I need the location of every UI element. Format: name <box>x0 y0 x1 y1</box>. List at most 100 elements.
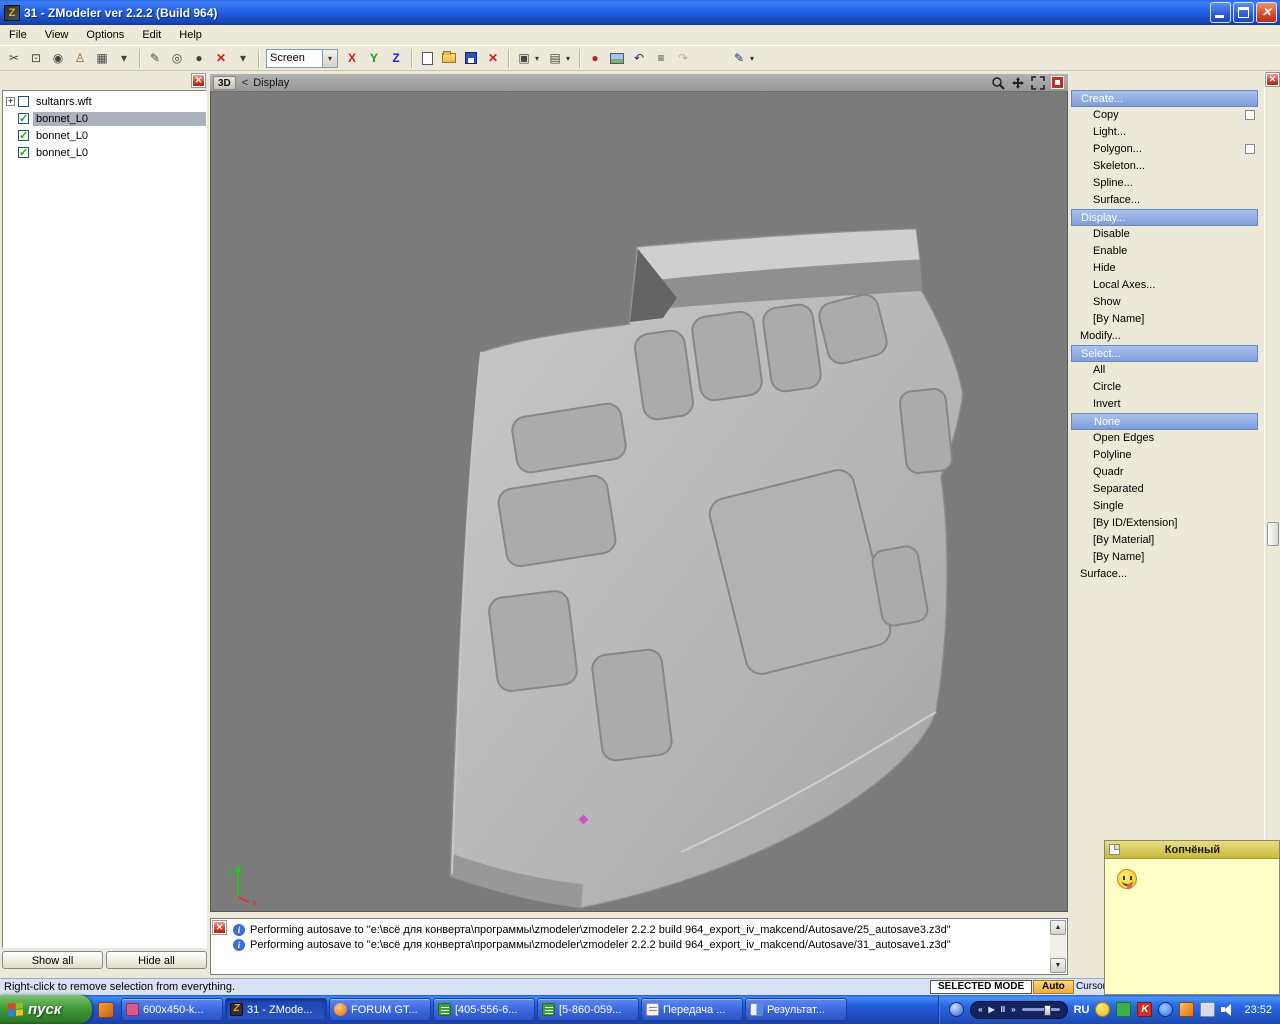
tree-item-label[interactable]: bonnet_L0 <box>33 112 206 126</box>
cmd-enable[interactable]: Enable <box>1071 243 1258 260</box>
tree-root-row[interactable]: sultanrs.wft <box>3 93 206 110</box>
taskbar-clock[interactable]: 23:52 <box>1244 1004 1272 1016</box>
visibility-checkbox[interactable] <box>18 130 29 141</box>
save-file-icon[interactable] <box>460 48 482 68</box>
media-next-icon[interactable]: » <box>1011 1002 1015 1018</box>
cmd-light[interactable]: Light... <box>1071 124 1258 141</box>
menu-options[interactable]: Options <box>77 27 133 43</box>
axis-z-toggle[interactable]: Z <box>385 48 407 68</box>
tree-item-bonnet-1[interactable]: bonnet_L0 <box>3 110 206 127</box>
import-icon[interactable]: ▤ <box>544 48 566 68</box>
volume-icon[interactable] <box>1221 1003 1236 1016</box>
start-button[interactable]: пуск <box>0 995 92 1024</box>
tray-icon-messenger[interactable] <box>1158 1002 1173 1017</box>
cut-icon[interactable]: ✂ <box>3 48 25 68</box>
tree-item-bonnet-3[interactable]: bonnet_L0 <box>3 144 206 161</box>
cmd-display-by-name[interactable]: [By Name] <box>1071 311 1258 328</box>
polygon-option-checkbox[interactable] <box>1245 144 1255 154</box>
log-view-icon[interactable]: ≡ <box>650 48 672 68</box>
menu-edit[interactable]: Edit <box>133 27 170 43</box>
shaded-view-icon[interactable]: ◉ <box>47 48 69 68</box>
show-all-button[interactable]: Show all <box>2 951 103 969</box>
task-button-doc-2[interactable]: [5-860-059... <box>537 998 639 1021</box>
render-icon[interactable]: ● <box>584 48 606 68</box>
language-indicator[interactable]: RU <box>1074 1004 1090 1016</box>
view-back-arrow[interactable]: < <box>242 77 248 89</box>
menu-file[interactable]: File <box>0 27 36 43</box>
task-button-doc-1[interactable]: [405-556-6... <box>433 998 535 1021</box>
cmd-select-all[interactable]: All <box>1071 362 1258 379</box>
view-name-label[interactable]: Display <box>253 77 289 89</box>
dock-scroll-thumb[interactable] <box>1267 522 1279 546</box>
sphere-primitive-icon[interactable]: ● <box>188 48 210 68</box>
cmd-select-quadr[interactable]: Quadr <box>1071 464 1258 481</box>
tray-icon-codec[interactable] <box>1137 1002 1152 1017</box>
tree-item-bonnet-2[interactable]: bonnet_L0 <box>3 127 206 144</box>
close-button[interactable] <box>1256 2 1277 23</box>
mesh-grid-icon[interactable]: ▦ <box>91 48 113 68</box>
cmd-copy[interactable]: Copy <box>1071 107 1258 124</box>
viewport-menu-icon[interactable] <box>1051 76 1064 89</box>
axis-y-toggle[interactable]: Y <box>363 48 385 68</box>
cmd-select-polyline[interactable]: Polyline <box>1071 447 1258 464</box>
cmd-select[interactable]: Select... <box>1071 345 1258 362</box>
tree-item-label[interactable]: bonnet_L0 <box>33 146 91 160</box>
view-mode-dropdown-icon[interactable] <box>322 50 337 67</box>
tray-icon-display[interactable] <box>1200 1002 1215 1017</box>
hide-all-button[interactable]: Hide all <box>106 951 207 969</box>
menu-view[interactable]: View <box>36 27 78 43</box>
cmd-select-circle[interactable]: Circle <box>1071 379 1258 396</box>
zoom-icon[interactable] <box>991 76 1005 90</box>
volume-slider[interactable] <box>1022 1008 1060 1011</box>
sticky-note[interactable]: Копчёный <box>1104 840 1280 995</box>
menu-help[interactable]: Help <box>170 27 211 43</box>
cmd-disable[interactable]: Disable <box>1071 226 1258 243</box>
cmd-modify[interactable]: Modify... <box>1071 328 1258 345</box>
media-prev-icon[interactable]: « <box>978 1002 982 1018</box>
cmd-show[interactable]: Show <box>1071 294 1258 311</box>
cmd-spline[interactable]: Spline... <box>1071 175 1258 192</box>
undo-icon[interactable]: ↶ <box>628 48 650 68</box>
selected-mode-indicator[interactable]: SELECTED MODE <box>930 980 1032 994</box>
material-pen-icon[interactable]: ✎ <box>728 48 750 68</box>
task-button-browser[interactable]: FORUM GT... <box>329 998 431 1021</box>
maximize-viewport-icon[interactable] <box>1031 76 1045 90</box>
visibility-checkbox[interactable] <box>18 113 29 124</box>
biped-icon[interactable]: ♙ <box>69 48 91 68</box>
dropdown-arrow-icon[interactable] <box>535 48 544 68</box>
cmd-select-open-edges[interactable]: Open Edges <box>1071 430 1258 447</box>
dropdown-arrow-icon[interactable] <box>566 48 575 68</box>
auto-mode-indicator[interactable]: Auto <box>1033 980 1074 994</box>
delete-object-icon[interactable]: ✕ <box>482 48 504 68</box>
cmd-select-by-name[interactable]: [By Name] <box>1071 549 1258 566</box>
tree-item-label[interactable]: bonnet_L0 <box>33 129 91 143</box>
cmd-select-single[interactable]: Single <box>1071 498 1258 515</box>
root-checkbox[interactable] <box>18 96 29 107</box>
cmd-polygon[interactable]: Polygon... <box>1071 141 1258 158</box>
spline-pen-icon[interactable]: ✎ <box>144 48 166 68</box>
lathe-icon[interactable]: ◎ <box>166 48 188 68</box>
quad-select-icon[interactable]: ⊡ <box>25 48 47 68</box>
tray-icon-antivirus[interactable] <box>1116 1002 1131 1017</box>
visibility-checkbox[interactable] <box>18 147 29 158</box>
cmd-hide[interactable]: Hide <box>1071 260 1258 277</box>
cmd-select-separated[interactable]: Separated <box>1071 481 1258 498</box>
tray-icon-smiley[interactable] <box>1095 1002 1110 1017</box>
minimize-button[interactable] <box>1210 2 1231 23</box>
scroll-down-icon[interactable] <box>1050 958 1066 973</box>
scroll-up-icon[interactable] <box>1050 920 1066 935</box>
scene-panel-close-icon[interactable] <box>192 74 205 87</box>
tray-icon-download[interactable] <box>1179 1002 1194 1017</box>
viewport-canvas[interactable]: z x <box>210 92 1068 912</box>
dropdown-arrow-icon[interactable] <box>750 48 759 68</box>
task-button-results[interactable]: Результат... <box>745 998 847 1021</box>
delete-spline-icon[interactable]: ✕ <box>210 48 232 68</box>
log-close-icon[interactable] <box>213 921 226 934</box>
bonnet-model[interactable] <box>211 92 1068 912</box>
task-button-transfer[interactable]: Передача ... <box>641 998 743 1021</box>
media-play-icon[interactable]: ▶ <box>989 1002 995 1018</box>
tree-root-label[interactable]: sultanrs.wft <box>33 95 95 109</box>
log-scrollbar[interactable] <box>1050 920 1066 973</box>
view-3d-tab[interactable]: 3D <box>213 76 236 90</box>
cmd-select-invert[interactable]: Invert <box>1071 396 1258 413</box>
